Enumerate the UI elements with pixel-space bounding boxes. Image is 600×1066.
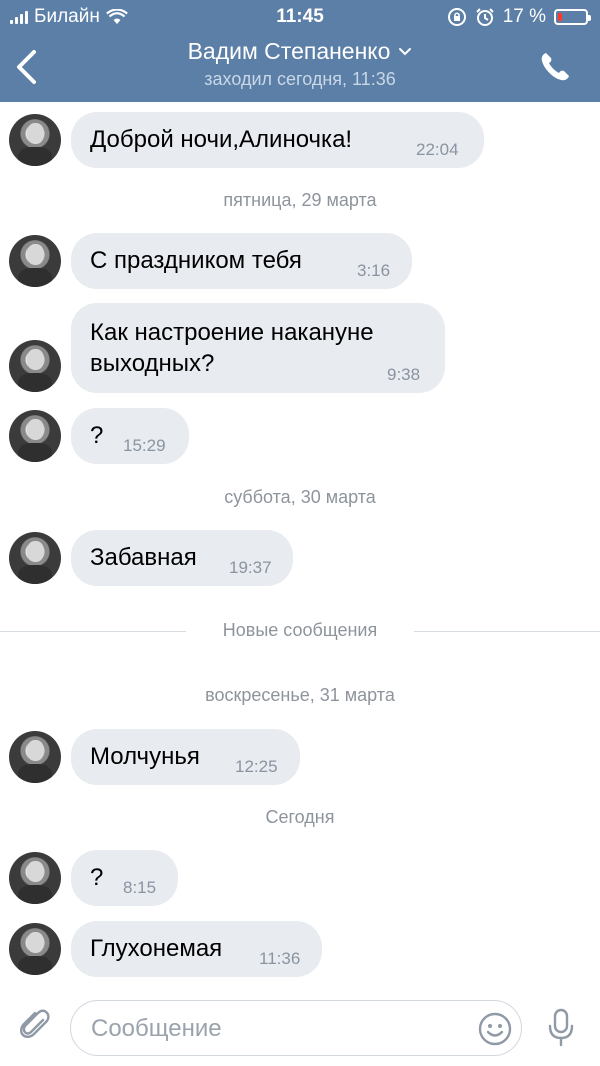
contact-title[interactable]: Вадим Степаненко bbox=[188, 38, 413, 65]
avatar[interactable] bbox=[9, 340, 61, 392]
alarm-icon bbox=[475, 8, 494, 26]
message-text: Забавная bbox=[90, 544, 197, 571]
contact-name: Вадим Степаненко bbox=[187, 38, 391, 64]
smiley-icon[interactable] bbox=[477, 1011, 513, 1047]
message-feed[interactable]: Доброй ночи,Алиночка! 22:04 пятница, 29 … bbox=[0, 102, 600, 990]
message-time: 22:04 bbox=[416, 140, 459, 159]
message-bubble[interactable]: С праздником тебя 3:16 bbox=[71, 233, 412, 289]
date-separator: воскресенье, 31 марта bbox=[205, 685, 395, 705]
avatar[interactable] bbox=[9, 731, 61, 783]
message-time: 3:16 bbox=[357, 261, 391, 280]
battery-level bbox=[558, 13, 562, 21]
message-composer: Сообщение bbox=[0, 990, 600, 1066]
message-text: Молчунья bbox=[90, 743, 200, 770]
battery-icon bbox=[554, 9, 591, 25]
message-time: 9:38 bbox=[387, 365, 421, 384]
message-text: ? bbox=[90, 864, 104, 891]
message-bubble[interactable]: ? 15:29 bbox=[71, 408, 189, 464]
message-bubble[interactable]: Доброй ночи,Алиночка! 22:04 bbox=[71, 112, 484, 168]
avatar[interactable] bbox=[9, 923, 61, 975]
message-text: Глухонемая bbox=[90, 935, 223, 962]
message-placeholder: Сообщение bbox=[91, 1015, 222, 1042]
avatar[interactable] bbox=[9, 532, 61, 584]
paperclip-icon[interactable] bbox=[18, 1008, 54, 1044]
message-time: 8:15 bbox=[123, 878, 157, 897]
chat-header: Билайн 11:45 17 % Вадим Степаненко заход… bbox=[0, 0, 600, 102]
chevron-down-icon bbox=[399, 47, 412, 55]
message-time: 15:29 bbox=[123, 436, 166, 455]
message-time: 19:37 bbox=[229, 558, 272, 577]
new-messages-divider: Новые сообщения bbox=[0, 620, 600, 644]
avatar[interactable] bbox=[9, 410, 61, 462]
status-bar: Билайн 11:45 17 % bbox=[0, 0, 600, 34]
rotation-lock-icon bbox=[447, 8, 466, 26]
last-seen: заходил сегодня, 11:36 bbox=[204, 69, 396, 89]
divider-line bbox=[414, 631, 600, 632]
avatar[interactable] bbox=[9, 114, 61, 166]
phone-icon[interactable] bbox=[538, 50, 572, 84]
message-input[interactable]: Сообщение bbox=[70, 1000, 522, 1056]
message-time: 12:25 bbox=[235, 757, 278, 776]
battery-percent: 17 % bbox=[502, 6, 546, 27]
date-separator: Сегодня bbox=[265, 807, 335, 827]
message-text: Доброй ночи,Алиночка! bbox=[90, 126, 353, 153]
message-text: Как настроение накануне выходных? bbox=[90, 319, 374, 377]
avatar[interactable] bbox=[9, 235, 61, 287]
message-bubble[interactable]: Забавная 19:37 bbox=[71, 530, 293, 586]
message-time: 11:36 bbox=[259, 949, 301, 968]
message-bubble[interactable]: ? 8:15 bbox=[71, 850, 178, 906]
message-text: ? bbox=[90, 422, 104, 449]
message-text: С праздником тебя bbox=[90, 247, 302, 274]
message-bubble[interactable]: Молчунья 12:25 bbox=[71, 729, 300, 785]
message-bubble[interactable]: Как настроение накануне выходных? 9:38 bbox=[71, 303, 445, 393]
microphone-icon[interactable] bbox=[546, 1008, 576, 1048]
avatar[interactable] bbox=[9, 852, 61, 904]
contact-info[interactable]: Вадим Степаненко заходил сегодня, 11:36 bbox=[0, 38, 600, 90]
message-bubble[interactable]: Глухонемая 11:36 bbox=[71, 921, 322, 977]
date-separator: суббота, 30 марта bbox=[224, 487, 376, 507]
status-right: 17 % bbox=[447, 6, 591, 28]
date-separator: пятница, 29 марта bbox=[223, 190, 377, 210]
